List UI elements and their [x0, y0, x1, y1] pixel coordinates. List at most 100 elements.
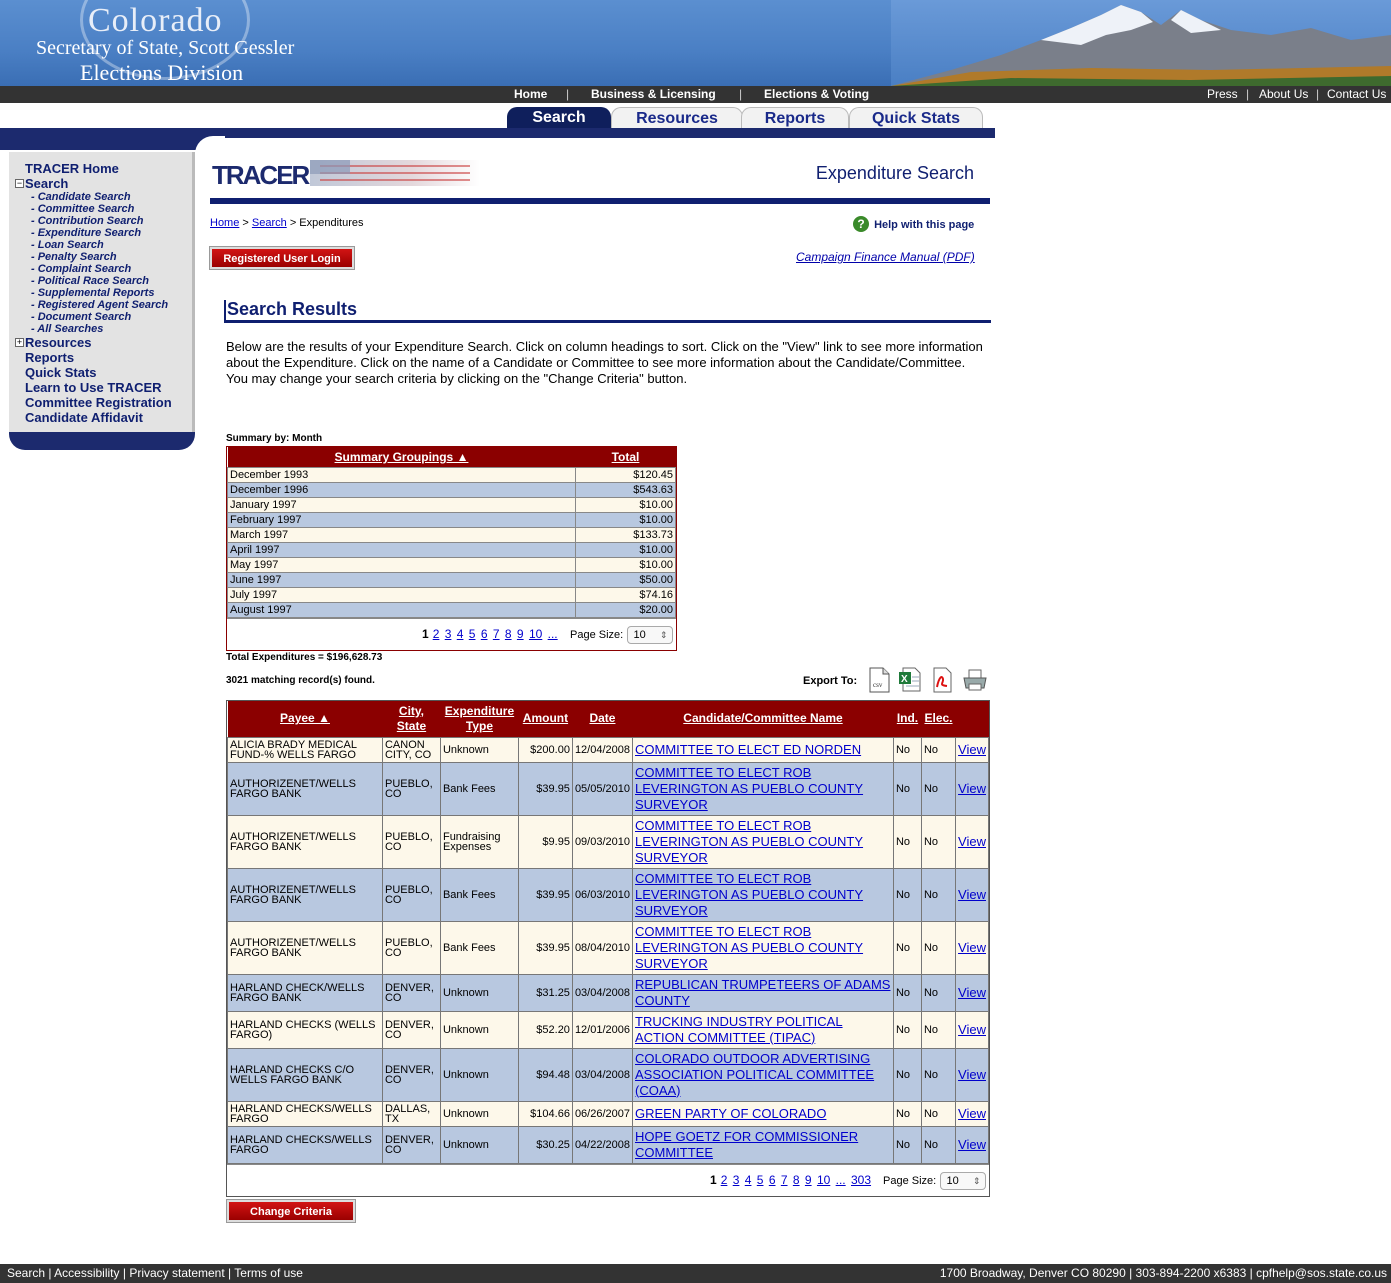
amount-column-header[interactable]: Amount [518, 701, 573, 737]
topnav-home-link[interactable]: Home [514, 87, 547, 101]
committee-link[interactable]: COLORADO OUTDOOR ADVERTISING ASSOCIATION… [635, 1051, 874, 1098]
view-link[interactable]: View [958, 1137, 986, 1152]
topnav-business-link[interactable]: Business & Licensing [591, 87, 716, 101]
view-cell[interactable]: View [955, 736, 989, 763]
ind-column-header[interactable]: Ind. [893, 701, 922, 737]
results-page-link[interactable]: 2 [721, 1173, 728, 1187]
view-cell[interactable]: View [955, 920, 989, 975]
sidebar-item-document-search[interactable]: - Document Search [31, 311, 131, 323]
sidebar-item-all-searches[interactable]: - All Searches [31, 323, 103, 335]
committee-name-cell[interactable]: COMMITTEE TO ELECT ROB LEVERINGTON AS PU… [632, 867, 894, 922]
committee-name-cell[interactable]: TRUCKING INDUSTRY POLITICAL ACTION COMMI… [632, 1010, 894, 1049]
results-page-link[interactable]: 7 [781, 1173, 788, 1187]
topnav-contact-link[interactable]: Contact Us [1327, 87, 1386, 101]
topnav-about-link[interactable]: About Us [1259, 87, 1308, 101]
summary-groupings-header[interactable]: Summary Groupings ▲ [227, 447, 576, 467]
sidebar-item-committee-search[interactable]: - Committee Search [31, 203, 134, 215]
excel-export-icon[interactable]: X [898, 667, 922, 693]
results-page-size-select[interactable]: 10 [939, 1171, 986, 1190]
sidebar-item-loan-search[interactable]: - Loan Search [31, 239, 104, 251]
candidate-committee-column-header[interactable]: Candidate/Committee Name [632, 701, 894, 737]
summary-page-link[interactable]: 2 [433, 627, 440, 641]
tab-search[interactable]: Search [507, 107, 611, 129]
help-link[interactable]: ? Help with this page [853, 216, 974, 232]
results-page-link[interactable]: 10 [817, 1173, 830, 1187]
view-link[interactable]: View [958, 1022, 986, 1037]
view-cell[interactable]: View [955, 1100, 989, 1127]
sidebar-item-contribution-search[interactable]: - Contribution Search [31, 215, 143, 227]
summary-page-link[interactable]: ... [548, 627, 558, 641]
sidebar-item-expenditure-search[interactable]: - Expenditure Search [31, 227, 141, 239]
print-icon[interactable] [962, 667, 988, 693]
breadcrumb-search-link[interactable]: Search [252, 217, 287, 229]
view-cell[interactable]: View [955, 867, 989, 922]
results-page-link[interactable]: 303 [851, 1173, 871, 1187]
payee-column-header[interactable]: Payee ▲ [227, 701, 383, 737]
view-cell[interactable]: View [955, 973, 989, 1012]
committee-link[interactable]: GREEN PARTY OF COLORADO [635, 1106, 826, 1121]
summary-page-link[interactable]: 4 [457, 627, 464, 641]
committee-link[interactable]: HOPE GOETZ FOR COMMISSIONER COMMITTEE [635, 1129, 858, 1160]
results-page-link[interactable]: 3 [733, 1173, 740, 1187]
committee-link[interactable]: COMMITTEE TO ELECT ROB LEVERINGTON AS PU… [635, 924, 863, 971]
view-cell[interactable]: View [955, 1125, 989, 1164]
committee-name-cell[interactable]: COMMITTEE TO ELECT ROB LEVERINGTON AS PU… [632, 920, 894, 975]
committee-name-cell[interactable]: COLORADO OUTDOOR ADVERTISING ASSOCIATION… [632, 1047, 894, 1102]
sidebar-item-complaint-search[interactable]: - Complaint Search [31, 263, 131, 275]
committee-name-cell[interactable]: HOPE GOETZ FOR COMMISSIONER COMMITTEE [632, 1125, 894, 1164]
sidebar-item-resources[interactable]: Resources [25, 335, 91, 350]
breadcrumb-home-link[interactable]: Home [210, 217, 239, 229]
summary-page-link[interactable]: 5 [469, 627, 476, 641]
sidebar-item-registered-agent-search[interactable]: - Registered Agent Search [31, 299, 168, 311]
expand-icon[interactable]: + [15, 338, 24, 347]
change-criteria-button[interactable]: Change Criteria [226, 1199, 356, 1223]
summary-total-header[interactable]: Total [575, 447, 676, 467]
sidebar-item-committee-registration[interactable]: Committee Registration [25, 395, 172, 410]
registered-user-login-button[interactable]: Registered User Login [209, 246, 355, 270]
sidebar-item-candidate-affidavit[interactable]: Candidate Affidavit [25, 410, 143, 425]
sidebar-item-quick-stats[interactable]: Quick Stats [25, 365, 97, 380]
results-page-link[interactable]: 9 [805, 1173, 812, 1187]
tab-quick-stats[interactable]: Quick Stats [849, 107, 983, 129]
csv-export-icon[interactable]: csv [867, 667, 891, 693]
sidebar-item-learn-tracer[interactable]: Learn to Use TRACER [25, 380, 162, 395]
tab-reports[interactable]: Reports [741, 107, 849, 129]
city-state-column-header[interactable]: City, State [382, 701, 441, 737]
sidebar-item-supplemental-reports[interactable]: - Supplemental Reports [31, 287, 154, 299]
summary-page-link[interactable]: 7 [493, 627, 500, 641]
view-link[interactable]: View [958, 1067, 986, 1082]
topnav-elections-link[interactable]: Elections & Voting [764, 87, 869, 101]
summary-page-link[interactable]: 6 [481, 627, 488, 641]
view-cell[interactable]: View [955, 1047, 989, 1102]
summary-page-size-select[interactable]: 10 [626, 625, 673, 644]
view-link[interactable]: View [958, 834, 986, 849]
date-column-header[interactable]: Date [572, 701, 633, 737]
view-link[interactable]: View [958, 940, 986, 955]
campaign-finance-manual-link[interactable]: Campaign Finance Manual (PDF) [796, 250, 975, 264]
results-page-link[interactable]: 4 [745, 1173, 752, 1187]
footer-link[interactable]: Accessibility [54, 1266, 119, 1280]
committee-link[interactable]: COMMITTEE TO ELECT ED NORDEN [635, 742, 861, 757]
collapse-icon[interactable]: − [15, 179, 24, 188]
footer-link[interactable]: Search [7, 1266, 45, 1280]
sidebar-item-tracer-home[interactable]: TRACER Home [25, 161, 119, 176]
summary-page-link[interactable]: 3 [445, 627, 452, 641]
results-page-link[interactable]: 8 [793, 1173, 800, 1187]
committee-name-cell[interactable]: COMMITTEE TO ELECT ROB LEVERINGTON AS PU… [632, 761, 894, 816]
committee-name-cell[interactable]: COMMITTEE TO ELECT ED NORDEN [632, 736, 894, 763]
committee-name-cell[interactable]: COMMITTEE TO ELECT ROB LEVERINGTON AS PU… [632, 814, 894, 869]
summary-page-link[interactable]: 9 [517, 627, 524, 641]
view-link[interactable]: View [958, 742, 986, 757]
sidebar-item-search[interactable]: Search [25, 176, 68, 191]
results-page-link[interactable]: 5 [757, 1173, 764, 1187]
view-link[interactable]: View [958, 1106, 986, 1121]
view-link[interactable]: View [958, 887, 986, 902]
sidebar-item-political-race-search[interactable]: - Political Race Search [31, 275, 149, 287]
committee-link[interactable]: COMMITTEE TO ELECT ROB LEVERINGTON AS PU… [635, 818, 863, 865]
view-cell[interactable]: View [955, 814, 989, 869]
summary-page-link[interactable]: 10 [529, 627, 542, 641]
committee-name-cell[interactable]: GREEN PARTY OF COLORADO [632, 1100, 894, 1127]
footer-link[interactable]: Privacy statement [129, 1266, 224, 1280]
results-page-link[interactable]: 6 [769, 1173, 776, 1187]
sidebar-item-penalty-search[interactable]: - Penalty Search [31, 251, 117, 263]
